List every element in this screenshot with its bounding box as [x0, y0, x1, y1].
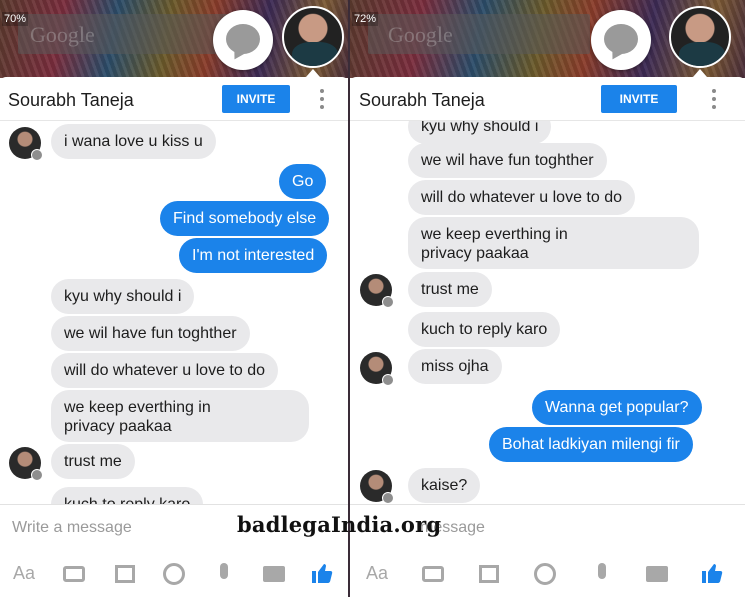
- like-thumb-icon[interactable]: [310, 561, 334, 585]
- avatar[interactable]: [360, 274, 394, 308]
- message-incoming: will do whatever u love to do: [51, 353, 278, 388]
- message-line: we keep everthing in: [64, 399, 211, 416]
- message-incoming: kyu why should i: [408, 121, 552, 144]
- message-incoming: kuch to reply karo: [408, 312, 561, 347]
- avatar[interactable]: [360, 470, 394, 504]
- invite-button[interactable]: INVITE: [601, 85, 677, 113]
- message-outgoing: Wanna get popular?: [532, 390, 702, 425]
- camera-icon[interactable]: [422, 566, 444, 582]
- message-incoming: trust me: [408, 272, 492, 307]
- avatar[interactable]: [360, 352, 394, 386]
- message-list[interactable]: i wana love u kiss u Go Find somebody el…: [0, 121, 348, 504]
- avatar[interactable]: [9, 127, 43, 161]
- conversation-header: Sourabh Taneja INVITE: [0, 77, 348, 121]
- google-logo: Google: [30, 22, 95, 47]
- more-options-icon[interactable]: [712, 89, 716, 109]
- google-search-widget[interactable]: Google: [368, 14, 590, 54]
- microphone-icon[interactable]: [598, 563, 606, 579]
- composer-placeholder[interactable]: Write a message: [12, 519, 132, 537]
- chat-head-avatar[interactable]: [282, 6, 344, 68]
- text-format-icon[interactable]: Aa: [13, 563, 35, 585]
- gallery-icon[interactable]: [115, 565, 135, 583]
- message-incoming: kuch to reply karo: [51, 487, 204, 504]
- right-screen: Google 72% Sourabh Taneja INVITE kyu why…: [350, 0, 745, 597]
- chat-head-pointer: [306, 69, 320, 77]
- more-icon[interactable]: [646, 566, 668, 582]
- composer-toolbar: Aa: [350, 551, 745, 597]
- avatar[interactable]: [9, 447, 43, 481]
- message-incoming: we keep everthing in privacy paakaa: [51, 390, 309, 442]
- contact-name: Sourabh Taneja: [359, 90, 485, 110]
- messenger-icon[interactable]: [591, 10, 651, 70]
- message-outgoing: Go: [279, 164, 327, 199]
- google-logo: Google: [388, 22, 453, 47]
- message-incoming: trust me: [51, 444, 135, 479]
- screenshot-composite: Google 70% Sourabh Taneja INVITE i wana …: [0, 0, 745, 597]
- message-line: privacy paakaa: [421, 245, 529, 262]
- google-search-widget[interactable]: Google: [18, 14, 240, 54]
- message-outgoing: I'm not interested: [179, 238, 328, 273]
- message-incoming: will do whatever u love to do: [408, 180, 635, 215]
- chat-head-avatar[interactable]: [669, 6, 731, 68]
- emoji-icon[interactable]: [163, 563, 185, 585]
- message-incoming: we keep everthing in privacy paakaa: [408, 217, 699, 269]
- chat-head-pointer: [693, 69, 707, 77]
- emoji-icon[interactable]: [534, 563, 556, 585]
- invite-button[interactable]: INVITE: [222, 85, 290, 113]
- watermark: badlegaIndia.org: [237, 512, 442, 537]
- message-outgoing: Bohat ladkiyan milengi fir: [489, 427, 693, 462]
- left-screen: Google 70% Sourabh Taneja INVITE i wana …: [0, 0, 348, 597]
- message-incoming: kyu why should i: [51, 279, 195, 314]
- camera-icon[interactable]: [63, 566, 85, 582]
- message-incoming: we wil have fun toghther: [408, 143, 607, 178]
- message-incoming: miss ojha: [408, 349, 502, 384]
- microphone-icon[interactable]: [220, 563, 228, 579]
- text-format-icon[interactable]: Aa: [366, 563, 388, 585]
- more-options-icon[interactable]: [320, 89, 324, 109]
- message-list[interactable]: kyu why should i we wil have fun toghthe…: [350, 121, 745, 504]
- like-thumb-icon[interactable]: [700, 561, 724, 585]
- battery-status: 70%: [2, 12, 29, 26]
- more-icon[interactable]: [263, 566, 285, 582]
- message-incoming: i wana love u kiss u: [51, 124, 216, 159]
- composer-toolbar: Aa: [0, 551, 348, 597]
- message-line: we keep everthing in: [421, 226, 568, 243]
- message-incoming: we wil have fun toghther: [51, 316, 250, 351]
- contact-name: Sourabh Taneja: [8, 90, 134, 110]
- message-outgoing: Find somebody else: [160, 201, 330, 236]
- conversation-header: Sourabh Taneja INVITE: [350, 77, 745, 121]
- messenger-icon[interactable]: [213, 10, 273, 70]
- message-line: privacy paakaa: [64, 418, 172, 435]
- gallery-icon[interactable]: [479, 565, 499, 583]
- message-incoming: kaise?: [408, 468, 481, 503]
- battery-status: 72%: [352, 12, 379, 26]
